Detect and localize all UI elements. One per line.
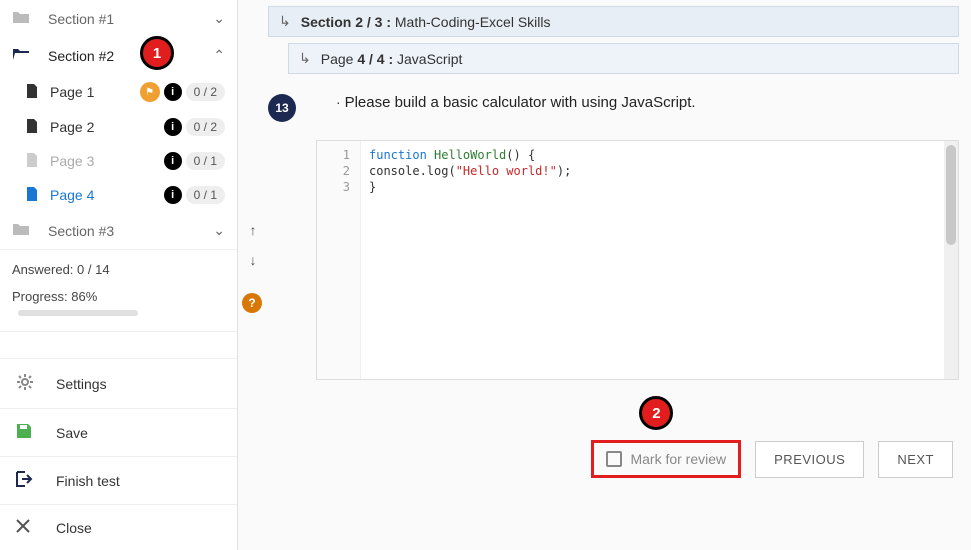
- file-icon: [26, 119, 40, 136]
- file-icon: [26, 153, 40, 170]
- question-number: 13: [268, 94, 296, 122]
- file-icon: [26, 187, 40, 204]
- nav-arrows: ↑ ↓ ?: [238, 0, 268, 550]
- gear-icon: [16, 373, 36, 394]
- page-label: Page 2: [50, 119, 164, 135]
- section-label: Section #1: [48, 11, 114, 27]
- checkbox-icon[interactable]: [606, 451, 622, 467]
- sidebar-page-1[interactable]: Page 1 ⚑ i 0 / 2: [0, 74, 237, 110]
- bullet: ·: [336, 94, 341, 110]
- action-label: Save: [56, 425, 88, 441]
- crumb-name: JavaScript: [397, 51, 462, 67]
- info-icon: i: [164, 152, 182, 170]
- sidebar-section-1[interactable]: Section #1 ⌄: [0, 0, 237, 37]
- section-label: Section #2: [48, 48, 114, 64]
- line-gutter: 1 2 3: [317, 141, 361, 379]
- previous-button[interactable]: PREVIOUS: [755, 441, 864, 478]
- progress-bar: [18, 310, 138, 316]
- flag-icon: ⚑: [140, 82, 160, 102]
- action-label: Finish test: [56, 473, 120, 489]
- sidebar-page-2[interactable]: Page 2 i 0 / 2: [0, 110, 237, 144]
- action-label: Settings: [56, 376, 107, 392]
- question-area: 13 · Please build a basic calculator wit…: [268, 94, 959, 538]
- finish-button[interactable]: Finish test: [0, 456, 237, 504]
- section-label: Section #3: [48, 223, 114, 239]
- chevron-down-icon: ⌄: [213, 10, 225, 27]
- sidebar-page-4[interactable]: Page 4 i 0 / 1: [0, 178, 237, 212]
- exit-icon: [16, 471, 36, 490]
- close-icon: [16, 519, 36, 536]
- page-count: 0 / 1: [186, 152, 225, 170]
- annotation-2: 2: [639, 396, 673, 430]
- annotation-1: 1: [140, 36, 174, 70]
- folder-icon: [12, 10, 30, 27]
- return-icon: ↳: [299, 50, 311, 67]
- sidebar-actions: Settings Save Finish test Close: [0, 358, 237, 550]
- action-label: Close: [56, 520, 92, 536]
- help-icon[interactable]: ?: [242, 293, 262, 313]
- crumb-prefix: Section: [301, 14, 352, 30]
- progress-label: Progress: 86%: [12, 289, 97, 304]
- page-count: 0 / 2: [186, 118, 225, 136]
- folder-open-icon: [12, 47, 30, 64]
- mark-label: Mark for review: [630, 451, 726, 467]
- footer-controls: 2 Mark for review PREVIOUS NEXT: [268, 440, 959, 478]
- code-editor[interactable]: 1 2 3 function HelloWorld() { console.lo…: [316, 140, 959, 380]
- return-icon: ↳: [279, 13, 291, 30]
- sidebar: 1 Section #1 ⌄ Section #2 ⌃ Page 1 ⚑ i 0…: [0, 0, 238, 550]
- answered-label: Answered: 0 / 14: [12, 262, 225, 277]
- breadcrumb-section[interactable]: ↳ Section 2 / 3 : Math-Coding-Excel Skil…: [268, 6, 959, 37]
- info-icon: i: [164, 118, 182, 136]
- folder-icon: [12, 222, 30, 239]
- file-icon: [26, 84, 40, 101]
- page-count: 0 / 1: [186, 186, 225, 204]
- close-button[interactable]: Close: [0, 504, 237, 550]
- page-label: Page 4: [50, 187, 164, 203]
- sidebar-section-2[interactable]: Section #2 ⌃: [0, 37, 237, 74]
- page-label: Page 1: [50, 84, 140, 100]
- breadcrumb-page[interactable]: ↳ Page 4 / 4 : JavaScript: [288, 43, 959, 74]
- question-text: Please build a basic calculator with usi…: [345, 94, 696, 111]
- crumb-count: 4 / 4 :: [357, 51, 393, 67]
- info-icon: i: [164, 186, 182, 204]
- sidebar-page-3[interactable]: Page 3 i 0 / 1: [0, 144, 237, 178]
- sidebar-section-3[interactable]: Section #3 ⌄: [0, 212, 237, 249]
- chevron-up-icon: ⌃: [213, 47, 225, 64]
- settings-button[interactable]: Settings: [0, 358, 237, 408]
- arrow-down-button[interactable]: ↓: [238, 245, 268, 275]
- chevron-down-icon: ⌄: [213, 222, 225, 239]
- main-content: ↳ Section 2 / 3 : Math-Coding-Excel Skil…: [268, 0, 971, 550]
- arrow-up-button[interactable]: ↑: [238, 215, 268, 245]
- save-icon: [16, 423, 36, 442]
- save-button[interactable]: Save: [0, 408, 237, 456]
- scroll-thumb[interactable]: [946, 145, 956, 245]
- crumb-prefix: Page: [321, 51, 354, 67]
- scrollbar[interactable]: [944, 141, 958, 379]
- code-content[interactable]: function HelloWorld() { console.log("Hel…: [361, 141, 944, 379]
- sidebar-metrics: Answered: 0 / 14 Progress: 86%: [0, 249, 237, 332]
- mark-for-review-checkbox[interactable]: Mark for review: [591, 440, 741, 478]
- next-button[interactable]: NEXT: [878, 441, 953, 478]
- crumb-count: 2 / 3 :: [355, 14, 391, 30]
- crumb-name: Math-Coding-Excel Skills: [395, 14, 551, 30]
- page-count: 0 / 2: [186, 83, 225, 101]
- page-label: Page 3: [50, 153, 164, 169]
- info-icon: i: [164, 83, 182, 101]
